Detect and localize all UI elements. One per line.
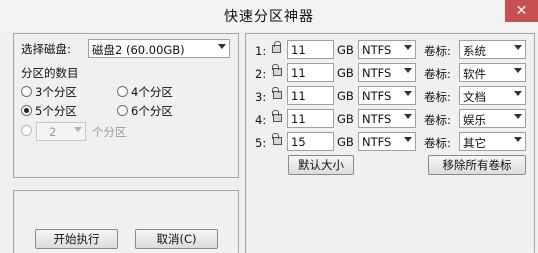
lock-closed-icon[interactable]: [272, 41, 281, 53]
volume-label-select[interactable]: 软件: [459, 63, 526, 82]
disk-select-label: 选择磁盘:: [21, 42, 71, 56]
custom-count-select[interactable]: 2: [36, 122, 86, 141]
cancel-button[interactable]: 取消(C): [135, 229, 218, 249]
volume-label-value: 软件: [463, 67, 486, 81]
chevron-down-icon: [514, 68, 522, 73]
volume-label-select[interactable]: 系统: [459, 40, 526, 59]
custom-count-value: 2: [49, 125, 57, 139]
volume-label-value: 文档: [463, 90, 486, 104]
volume-label-caption: 卷标:: [424, 67, 451, 81]
partition-index: 2:: [255, 67, 267, 81]
lock-open-icon[interactable]: [272, 87, 282, 99]
filesystem-select[interactable]: NTFS: [358, 109, 416, 128]
chevron-down-icon: [74, 127, 82, 132]
size-unit: GB: [337, 89, 354, 103]
volume-label-select[interactable]: 其它: [459, 132, 526, 151]
volume-label-caption: 卷标:: [424, 113, 451, 127]
radio-3-partitions-label[interactable]: 3个分区: [35, 84, 77, 100]
partition-size-input[interactable]: 11: [287, 63, 334, 82]
radio-4-partitions-label[interactable]: 4个分区: [131, 84, 173, 100]
chevron-down-icon: [514, 45, 522, 50]
size-unit: GB: [337, 112, 354, 126]
default-size-button[interactable]: 默认大小: [288, 155, 354, 175]
title-bar: 快速分区神器 ✕: [0, 0, 538, 32]
volume-label-value: 娱乐: [463, 113, 486, 127]
size-unit: GB: [337, 43, 354, 57]
partition-size-input[interactable]: 11: [287, 109, 334, 128]
partition-size-input[interactable]: 11: [287, 40, 334, 59]
chevron-down-icon: [404, 137, 412, 142]
radio-6-partitions[interactable]: [117, 105, 128, 116]
radio-custom-partitions[interactable]: [21, 125, 32, 136]
chevron-down-icon: [404, 91, 412, 96]
volume-label-select[interactable]: 娱乐: [459, 109, 526, 128]
volume-label-value: 系统: [463, 44, 486, 58]
filesystem-value: NTFS: [362, 112, 392, 126]
disk-select[interactable]: 磁盘2 (60.00GB): [88, 39, 230, 58]
volume-label-caption: 卷标:: [424, 44, 451, 58]
filesystem-value: NTFS: [362, 43, 392, 57]
filesystem-select[interactable]: NTFS: [358, 132, 416, 151]
close-button[interactable]: ✕: [505, 0, 538, 22]
chevron-down-icon: [514, 114, 522, 119]
partition-count-label: 分区的数目: [21, 66, 79, 80]
close-icon: ✕: [515, 3, 528, 19]
lock-open-icon[interactable]: [272, 110, 282, 122]
chevron-down-icon: [404, 114, 412, 119]
filesystem-value: NTFS: [362, 66, 392, 80]
disk-select-value: 磁盘2 (60.00GB): [92, 43, 185, 57]
partition-index: 3:: [255, 90, 267, 104]
size-unit: GB: [337, 66, 354, 80]
partition-index: 1:: [255, 44, 267, 58]
custom-count-suffix: 个分区: [92, 125, 127, 139]
remove-all-labels-button[interactable]: 移除所有卷标: [428, 155, 526, 175]
filesystem-value: NTFS: [362, 89, 392, 103]
filesystem-select[interactable]: NTFS: [358, 86, 416, 105]
radio-3-partitions[interactable]: [21, 86, 32, 97]
lock-open-icon[interactable]: [272, 64, 282, 76]
radio-5-partitions-label[interactable]: 5个分区: [35, 103, 77, 119]
radio-6-partitions-label[interactable]: 6个分区: [131, 103, 173, 119]
partition-panel: 1: 11 GB NTFS 卷标: 系统 2: 11 GB NTFS 卷标: 软…: [245, 33, 535, 253]
volume-label-select[interactable]: 文档: [459, 86, 526, 105]
size-unit: GB: [337, 135, 354, 149]
filesystem-select[interactable]: NTFS: [358, 40, 416, 59]
app-window: 快速分区神器 ✕ 选择磁盘: 磁盘2 (60.00GB) 分区的数目 3个分区 …: [0, 0, 538, 253]
filesystem-value: NTFS: [362, 135, 392, 149]
partition-size-input[interactable]: 15: [287, 132, 334, 151]
window-title: 快速分区神器: [224, 9, 314, 25]
radio-5-partitions[interactable]: [21, 105, 32, 116]
disk-options-panel: 选择磁盘: 磁盘2 (60.00GB) 分区的数目 3个分区 4个分区 5个分区…: [13, 33, 239, 178]
chevron-down-icon: [514, 91, 522, 96]
chevron-down-icon: [404, 68, 412, 73]
partition-index: 5:: [255, 136, 267, 150]
lock-open-icon[interactable]: [272, 133, 282, 145]
radio-4-partitions[interactable]: [117, 86, 128, 97]
chevron-down-icon: [514, 137, 522, 142]
volume-label-caption: 卷标:: [424, 90, 451, 104]
action-panel: 开始执行 取消(C): [13, 190, 239, 253]
chevron-down-icon: [404, 45, 412, 50]
filesystem-select[interactable]: NTFS: [358, 63, 416, 82]
volume-label-value: 其它: [463, 136, 486, 150]
volume-label-caption: 卷标:: [424, 136, 451, 150]
partition-size-input[interactable]: 11: [287, 86, 334, 105]
start-button[interactable]: 开始执行: [35, 229, 118, 249]
partition-index: 4:: [255, 113, 267, 127]
chevron-down-icon: [218, 44, 226, 49]
